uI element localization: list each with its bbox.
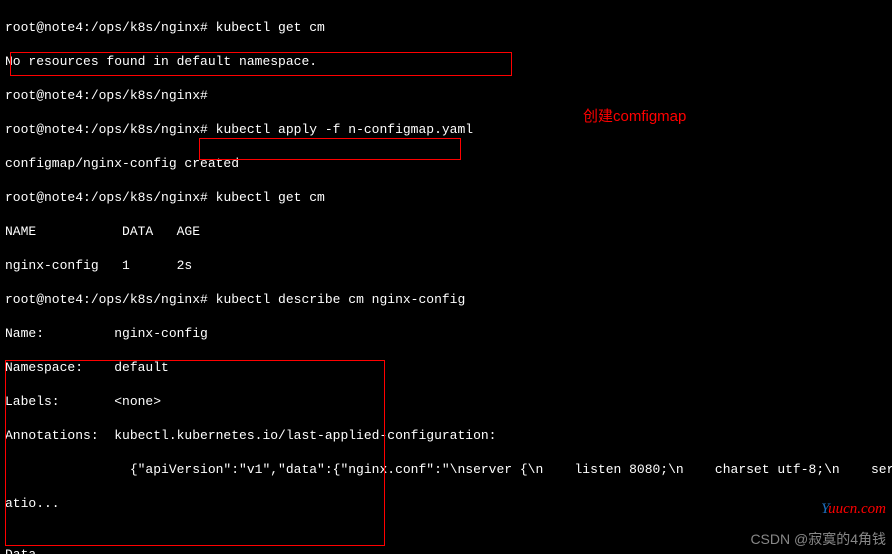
cmd-line: root@note4:/ops/k8s/nginx# [5,87,892,104]
output-line: No resources found in default namespace. [5,53,892,70]
output-line: Annotations: kubectl.kubernetes.io/last-… [5,427,892,444]
shell-prompt: root@note4:/ops/k8s/nginx# [5,190,208,205]
output-line: {"apiVersion":"v1","data":{"nginx.conf":… [5,461,892,478]
output-line: atio... [5,495,892,512]
shell-prompt: root@note4:/ops/k8s/nginx# [5,88,208,103]
shell-prompt: root@note4:/ops/k8s/nginx# [5,20,208,35]
cmd-line: root@note4:/ops/k8s/nginx# kubectl apply… [5,121,892,138]
terminal-output[interactable]: root@note4:/ops/k8s/nginx# kubectl get c… [0,0,892,554]
table-header: NAME DATA AGE [5,223,892,240]
annotation-label: 创建comfigmap [583,108,686,125]
output-line: Labels: <none> [5,393,892,410]
table-row: nginx-config 1 2s [5,257,892,274]
watermark-site: Yuucn.com [821,501,886,518]
cmd-line: root@note4:/ops/k8s/nginx# kubectl get c… [5,19,892,36]
output-line: Namespace: default [5,359,892,376]
shell-prompt: root@note4:/ops/k8s/nginx# [5,292,208,307]
shell-prompt: root@note4:/ops/k8s/nginx# [5,122,208,137]
watermark-csdn: CSDN @寂寞的4角钱 [750,531,886,548]
cmd-line: root@note4:/ops/k8s/nginx# kubectl get c… [5,189,892,206]
cmd-line: root@note4:/ops/k8s/nginx# kubectl descr… [5,291,892,308]
output-line: Name: nginx-config [5,325,892,342]
output-line: configmap/nginx-config created [5,155,892,172]
